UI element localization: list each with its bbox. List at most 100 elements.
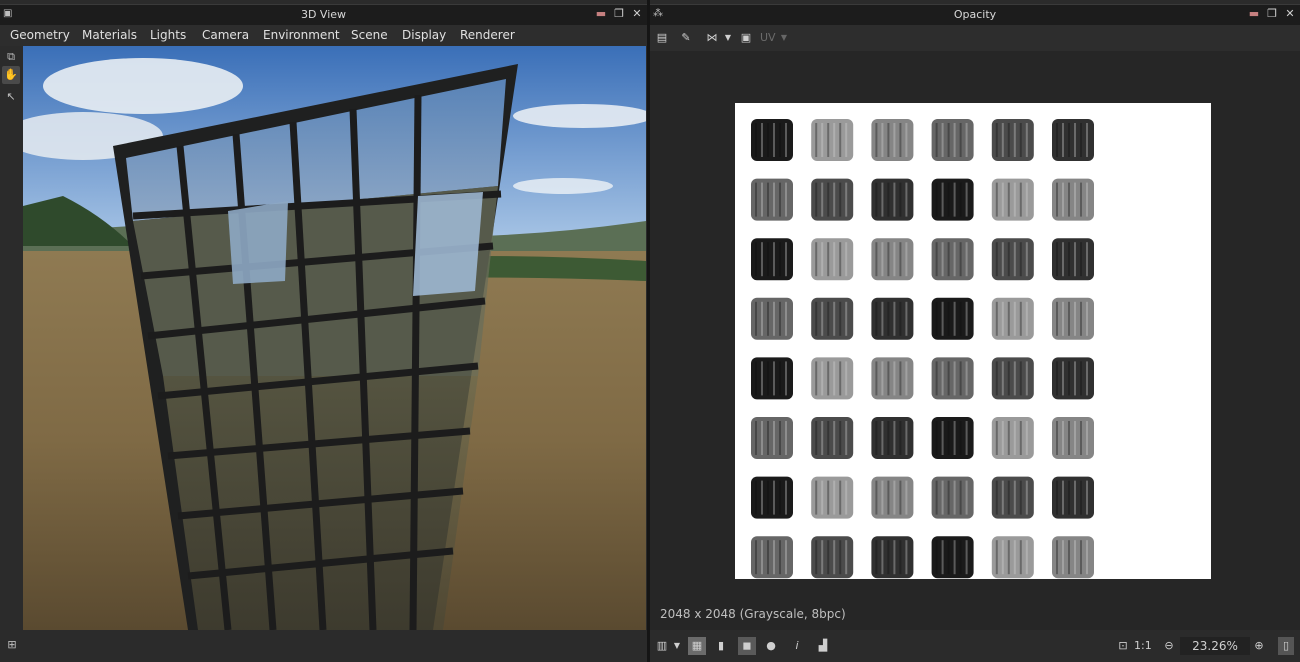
texture-speckle: [785, 301, 787, 336]
texture-speckle: [785, 480, 787, 515]
hand-icon[interactable]: ✋: [2, 66, 20, 84]
texture-speckle: [959, 361, 962, 396]
channels-icon[interactable]: ▥: [653, 637, 671, 655]
menu-display[interactable]: Display: [402, 28, 446, 42]
rgb-icon[interactable]: ◼: [738, 637, 756, 655]
texture-speckle: [821, 421, 824, 455]
texture-speckle: [833, 123, 836, 157]
texture-speckle: [947, 361, 950, 396]
checker-icon[interactable]: ▦: [688, 637, 706, 655]
texture-speckle: [779, 361, 781, 396]
texture-canvas[interactable]: 2048 x 2048 (Grayscale, 8bpc): [650, 51, 1300, 630]
texture-speckle: [773, 421, 775, 455]
texture-speckle: [827, 123, 830, 157]
menu-materials[interactable]: Materials: [82, 28, 137, 42]
texture-speckle: [827, 242, 830, 277]
uv-dropdown[interactable]: UV: [760, 31, 776, 44]
texture-speckle: [1013, 421, 1016, 455]
chevron-down-icon[interactable]: ▼: [776, 30, 792, 46]
chevron-down-icon[interactable]: ▼: [720, 30, 736, 46]
texture-speckle: [935, 123, 938, 157]
texture-speckle: [815, 301, 818, 336]
texture-speckle: [1013, 242, 1016, 277]
edit-icon[interactable]: ✎: [678, 30, 694, 46]
texture-speckle: [839, 480, 842, 515]
fit-icon[interactable]: ⊡: [1114, 637, 1132, 655]
texture-speckle: [761, 480, 763, 515]
menu-environment[interactable]: Environment: [263, 28, 340, 42]
pin-icon[interactable]: ▬: [595, 8, 607, 20]
texture-speckle: [995, 421, 998, 455]
picker-icon[interactable]: ↖: [2, 88, 20, 106]
chevron-down-icon[interactable]: ▼: [672, 637, 682, 655]
copy-icon[interactable]: ▤: [654, 30, 670, 46]
popout-icon[interactable]: ⧉: [2, 48, 20, 66]
texture-speckle: [947, 540, 950, 575]
texture-speckle: [875, 182, 878, 217]
texture-speckle: [755, 540, 757, 575]
texture-speckle: [1062, 480, 1064, 515]
texture-speckle: [899, 361, 902, 396]
texture-speckle: [1001, 182, 1004, 217]
close-icon[interactable]: ✕: [631, 8, 643, 20]
texture-speckle: [953, 480, 956, 515]
texture-speckle: [1001, 301, 1004, 336]
texture-speckle: [1001, 361, 1004, 396]
texture-speckle: [899, 540, 902, 575]
texture-speckle: [875, 421, 878, 455]
texture-speckle: [1086, 123, 1088, 157]
texture-speckle: [815, 361, 818, 396]
texture-speckle: [1080, 480, 1082, 515]
texture-speckle: [905, 421, 908, 455]
texture-speckle: [815, 123, 818, 157]
pin-icon[interactable]: ▬: [1248, 8, 1260, 20]
menu-lights[interactable]: Lights: [150, 28, 186, 42]
texture-speckle: [833, 242, 836, 277]
hierarchy-icon[interactable]: ⊞: [3, 636, 21, 654]
texture-speckle: [935, 421, 938, 455]
texture-speckle: [1025, 480, 1028, 515]
menu-camera[interactable]: Camera: [202, 28, 249, 42]
color-icon[interactable]: ●: [762, 637, 780, 655]
texture-speckle: [947, 421, 950, 455]
texture-speckle: [1068, 421, 1070, 455]
gradient-icon[interactable]: ▮: [712, 637, 730, 655]
texture-speckle: [839, 301, 842, 336]
texture-speckle: [1007, 242, 1010, 277]
texture-speckle: [1056, 242, 1058, 277]
snapshot-icon[interactable]: ▣: [738, 30, 754, 46]
texture-speckle: [887, 540, 890, 575]
texture-speckle: [827, 301, 830, 336]
texture-speckle: [893, 242, 896, 277]
texture-speckle: [1019, 540, 1022, 575]
texture-speckle: [965, 123, 968, 157]
zoom-field[interactable]: 23.26%: [1180, 637, 1250, 655]
info-icon[interactable]: i: [790, 637, 804, 655]
menu-geometry[interactable]: Geometry: [10, 28, 70, 42]
restore-icon[interactable]: ❐: [1266, 8, 1278, 20]
texture-speckle: [881, 123, 884, 157]
3d-viewport[interactable]: [23, 46, 646, 630]
texture-speckle: [1086, 301, 1088, 336]
texture-speckle: [773, 123, 775, 157]
restore-icon[interactable]: ❐: [613, 8, 625, 20]
zoom-out-icon[interactable]: ⊖: [1162, 637, 1176, 655]
ratio-label[interactable]: 1:1: [1134, 637, 1152, 655]
texture-speckle: [833, 540, 836, 575]
close-icon[interactable]: ✕: [1284, 8, 1296, 20]
texture-speckle: [761, 182, 763, 217]
texture-speckle: [875, 301, 878, 336]
texture-speckle: [887, 182, 890, 217]
menu-renderer[interactable]: Renderer: [460, 28, 515, 42]
share-icon[interactable]: ⋈: [704, 30, 720, 46]
texture-speckle: [881, 301, 884, 336]
texture-speckle: [935, 540, 938, 575]
texture-speckle: [899, 421, 902, 455]
histogram-icon[interactable]: ▟: [814, 637, 832, 655]
zoom-in-icon[interactable]: ⊕: [1252, 637, 1266, 655]
texture-speckle: [761, 242, 763, 277]
menu-scene[interactable]: Scene: [351, 28, 388, 42]
texture-speckle: [953, 421, 956, 455]
scroll-icon[interactable]: ▯: [1278, 637, 1294, 655]
texture-speckle: [1001, 480, 1004, 515]
